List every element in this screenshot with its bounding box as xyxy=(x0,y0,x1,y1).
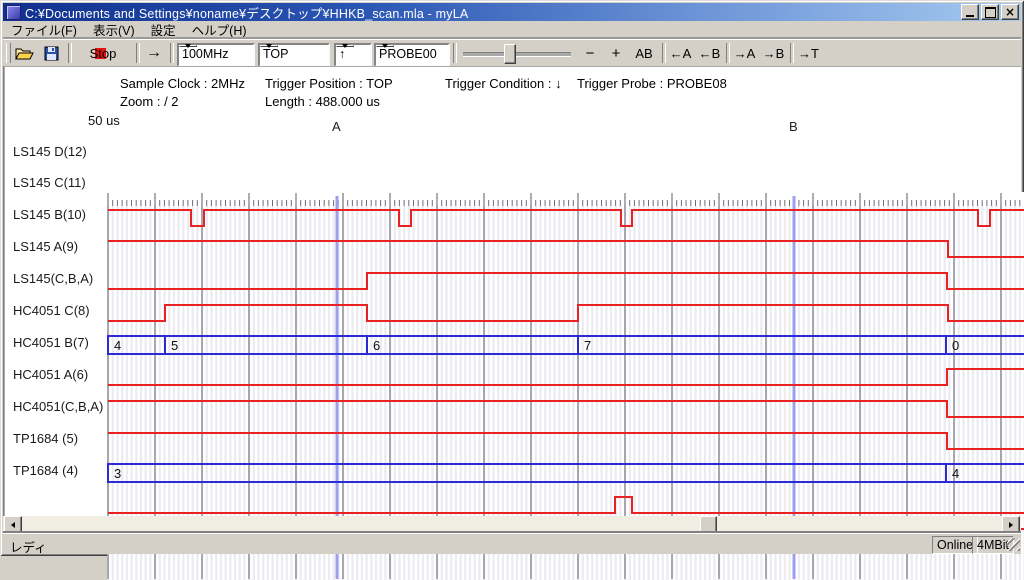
goto-marker-a-fwd-button[interactable]: →A xyxy=(731,42,758,64)
run-button[interactable]: → xyxy=(141,42,167,64)
bus-value: 6 xyxy=(373,338,380,353)
marker-a-label: A xyxy=(332,119,341,134)
menu-item-1[interactable]: 表示(V) xyxy=(85,19,143,41)
minimize-button[interactable] xyxy=(961,4,979,20)
horizontal-scrollbar[interactable] xyxy=(3,516,1021,532)
channel-label[interactable]: HC4051 B(7) xyxy=(13,335,107,351)
ab-range-button[interactable]: AB xyxy=(631,42,657,64)
channel-label[interactable]: LS145 D(12) xyxy=(13,144,107,160)
trigger-probe-select[interactable]: PROBE00 xyxy=(374,43,450,67)
channel-label[interactable]: HC4051(C,B,A) xyxy=(13,399,107,415)
chevron-down-icon xyxy=(185,44,191,48)
channel-label[interactable]: LS145 A(9) xyxy=(13,239,107,255)
goto-trigger-button[interactable]: →T xyxy=(795,42,822,64)
tool-bar: Stop → 100MHz TOP ↑ PROBE00 − + AB xyxy=(3,39,1021,66)
bus-value: 4 xyxy=(952,466,959,481)
channel-label[interactable]: HC4051 A(6) xyxy=(13,367,107,383)
goto-marker-a-back-button[interactable]: ←A xyxy=(667,42,694,64)
floppy-disk-icon xyxy=(44,46,59,61)
marker-b-label: B xyxy=(789,119,798,134)
trigger-condition-info: Trigger Condition : ↓ xyxy=(445,76,562,91)
channel-label[interactable]: LS145 C(11) xyxy=(13,175,107,191)
toolbar-separator xyxy=(170,43,174,63)
stop-button[interactable]: Stop xyxy=(74,42,132,64)
sample-clock-info: Sample Clock : 2MHz xyxy=(120,76,245,91)
channel-label[interactable]: TP1684 (4) xyxy=(13,463,107,479)
channel-label[interactable]: LS145(C,B,A) xyxy=(13,271,107,287)
trigger-position-info: Trigger Position : TOP xyxy=(265,76,393,91)
zoom-out-button[interactable]: − xyxy=(579,42,601,64)
arrow-left-icon xyxy=(11,522,15,528)
combo-dropdown-button[interactable] xyxy=(260,45,278,47)
bus-value: 0 xyxy=(952,338,959,353)
chevron-down-icon xyxy=(342,44,348,48)
app-icon[interactable] xyxy=(6,5,21,20)
goto-marker-b-back-button[interactable]: ←B xyxy=(696,42,723,64)
toolbar-separator xyxy=(453,43,457,63)
resize-grip[interactable] xyxy=(1007,538,1020,551)
channel-label[interactable]: HC4051 C(8) xyxy=(13,303,107,319)
arrow-right-icon xyxy=(1009,522,1013,528)
bus-value: 3 xyxy=(114,466,121,481)
open-file-button[interactable] xyxy=(12,42,36,64)
goto-marker-b-fwd-button[interactable]: →B xyxy=(760,42,787,64)
length-info: Length : 488.000 us xyxy=(265,94,380,109)
combo-dropdown-button[interactable] xyxy=(336,45,354,47)
open-folder-icon xyxy=(15,46,34,61)
trigger-position-select[interactable]: TOP xyxy=(258,43,330,67)
bus-value: 7 xyxy=(584,338,591,353)
bus-value: 4 xyxy=(114,338,121,353)
maximize-icon xyxy=(985,7,996,18)
scroll-right-button[interactable] xyxy=(1002,516,1020,534)
bus-value: 5 xyxy=(171,338,178,353)
toolbar-separator xyxy=(136,43,140,63)
toolbar-grip[interactable] xyxy=(6,43,11,63)
zoom-in-button[interactable]: + xyxy=(605,42,627,64)
scrollbar-thumb[interactable] xyxy=(700,516,717,534)
zoom-info: Zoom : / 2 xyxy=(120,94,179,109)
zoom-slider-track[interactable] xyxy=(463,52,571,57)
close-icon: × xyxy=(1005,7,1015,17)
combo-dropdown-button[interactable] xyxy=(376,45,394,47)
chevron-down-icon xyxy=(266,44,272,48)
combo-dropdown-button[interactable] xyxy=(179,45,197,47)
toolbar-separator xyxy=(662,43,666,63)
toolbar-separator xyxy=(726,43,730,63)
zoom-slider-handle[interactable] xyxy=(504,44,516,64)
minimize-icon xyxy=(966,15,974,17)
run-arrow-icon: → xyxy=(146,44,162,62)
trigger-probe-info: Trigger Probe : PROBE08 xyxy=(577,76,727,91)
save-button[interactable] xyxy=(39,42,63,64)
menu-item-2[interactable]: 設定 xyxy=(143,19,184,41)
waveform-panel: Sample Clock : 2MHz Trigger Position : T… xyxy=(3,66,1021,516)
menu-bar: ファイル(F)表示(V)設定ヘルプ(H) xyxy=(3,21,1021,39)
menu-item-3[interactable]: ヘルプ(H) xyxy=(184,19,255,41)
channel-label[interactable]: TP1684 (5) xyxy=(13,431,107,447)
maximize-button[interactable] xyxy=(981,4,999,20)
sample-clock-select[interactable]: 100MHz xyxy=(177,43,255,67)
channel-label[interactable]: LS145 B(10) xyxy=(13,207,107,223)
toolbar-separator xyxy=(790,43,794,63)
time-scale-label: 50 us xyxy=(88,113,120,128)
toolbar-separator xyxy=(68,43,72,63)
trigger-edge-select[interactable]: ↑ xyxy=(334,43,372,67)
menu-item-0[interactable]: ファイル(F) xyxy=(3,19,85,41)
close-button[interactable]: × xyxy=(1001,4,1019,20)
scroll-left-button[interactable] xyxy=(4,516,22,534)
status-bar: レディ Online 4MBit xyxy=(3,533,1021,554)
chevron-down-icon xyxy=(382,44,388,48)
app-window: C:¥Documents and Settings¥noname¥デスクトップ¥… xyxy=(0,0,1024,556)
status-message: レディ xyxy=(10,537,47,556)
